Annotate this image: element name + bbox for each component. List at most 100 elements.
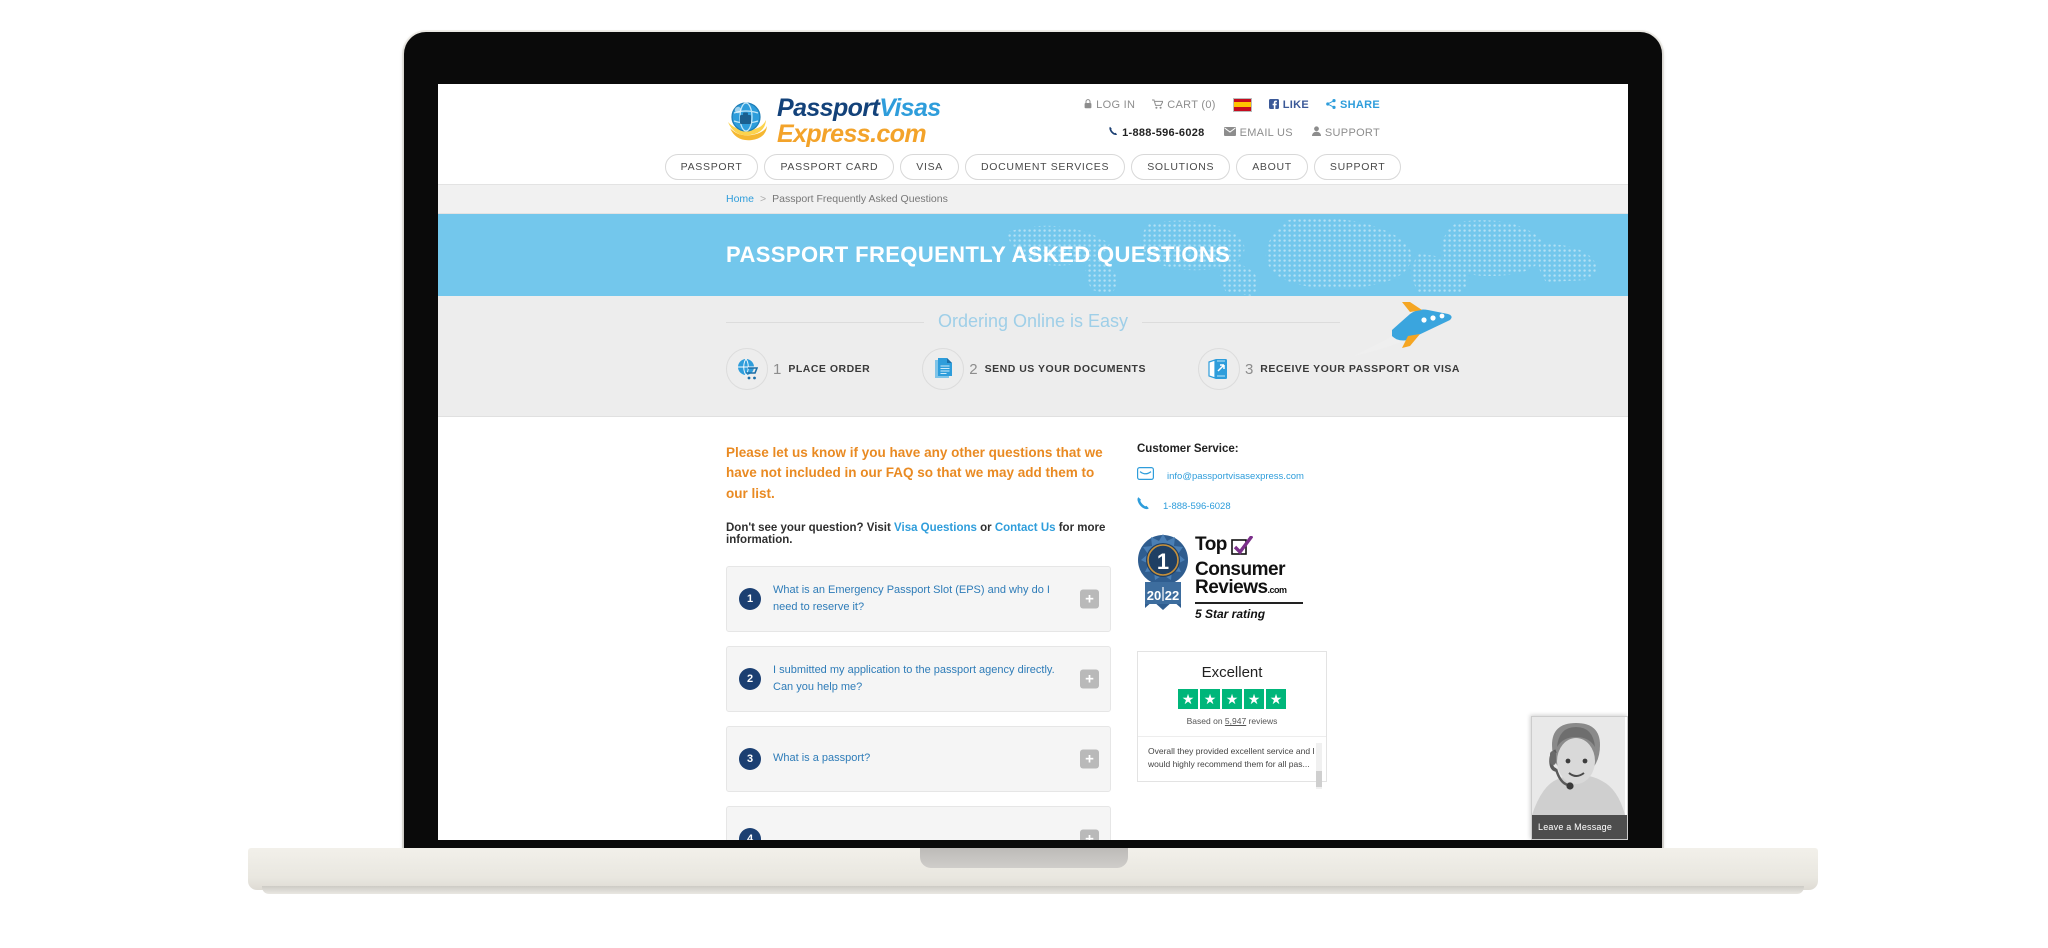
support-agent-photo	[1532, 717, 1625, 815]
nav-item-about[interactable]: ABOUT	[1236, 154, 1308, 180]
site-logo[interactable]: PassportVisas Express.com	[726, 94, 941, 147]
share-label: SHARE	[1339, 99, 1380, 111]
breadcrumb-home-link[interactable]: Home	[726, 193, 754, 205]
lock-icon	[1084, 98, 1092, 112]
login-label: LOG IN	[1096, 99, 1136, 111]
based-on-post: reviews	[1246, 716, 1278, 726]
faq-item[interactable]: 3 What is a passport? +	[726, 725, 1111, 792]
star-icon: ★	[1222, 689, 1242, 709]
trustpilot-stars: ★ ★ ★ ★ ★	[1138, 689, 1326, 709]
badge-rank-text: 1	[1157, 549, 1169, 574]
subintro-text: Don't see your question? Visit Visa Ques…	[726, 522, 1111, 546]
review-text: Overall they provided excellent service …	[1148, 746, 1315, 770]
logo-line1-part1: Passport	[777, 94, 880, 122]
faq-number: 1	[739, 587, 761, 610]
envelope-icon	[1137, 467, 1155, 485]
step-3-number: 3	[1244, 360, 1254, 378]
breadcrumb-current: Passport Frequently Asked Questions	[772, 193, 948, 205]
support-link[interactable]: SUPPORT	[1311, 126, 1380, 139]
customer-service-phone-link[interactable]: 1-888-596-6028	[1163, 501, 1231, 512]
site-header: PassportVisas Express.com LOG IN CART (0…	[438, 84, 1628, 184]
faq-question: What is a passport?	[773, 752, 871, 765]
contact-us-link[interactable]: Contact Us	[995, 522, 1056, 534]
webpage: PassportVisas Express.com LOG IN CART (0…	[438, 84, 1628, 840]
review-count-link[interactable]: 5,947	[1225, 716, 1246, 726]
logo-line1-part2: Visas	[879, 94, 941, 122]
step-2-circle	[922, 348, 965, 390]
page-title: PASSPORT FREQUENTLY ASKED QUESTIONS	[726, 242, 1231, 267]
phone-icon	[1137, 496, 1150, 516]
nav-item-passport-card[interactable]: PASSPORT CARD	[764, 154, 895, 180]
logo-text: PassportVisas Express.com	[777, 94, 941, 147]
facebook-like-link[interactable]: LIKE	[1268, 98, 1309, 112]
cart-icon	[1152, 99, 1165, 112]
globe-cart-icon	[738, 358, 758, 380]
faq-item[interactable]: 2 I submitted my application to the pass…	[726, 645, 1111, 712]
laptop-mockup: PassportVisas Express.com LOG IN CART (0…	[0, 0, 2048, 948]
support-label: SUPPORT	[1324, 126, 1380, 139]
share-link[interactable]: SHARE	[1326, 98, 1380, 112]
step-2-label: SEND US YOUR DOCUMENTS	[984, 363, 1146, 375]
customer-service-email-row: info@passportvisasexpress.com	[1137, 467, 1327, 485]
laptop-base-shadow	[262, 886, 1804, 894]
ordering-steps-section: Ordering Online is Easy 1 PLACE ORDER 2 …	[438, 296, 1628, 417]
customer-service-title: Customer Service:	[1137, 443, 1239, 455]
nav-item-support[interactable]: SUPPORT	[1313, 154, 1402, 180]
badge-line-top: Top	[1195, 534, 1227, 555]
badge-rating-text: 5 Star rating	[1195, 606, 1266, 621]
customer-service-email-link[interactable]: info@passportvisasexpress.com	[1167, 471, 1304, 482]
faq-expand-icon[interactable]: +	[1080, 749, 1099, 769]
trustpilot-rating-label: Excellent	[1201, 664, 1263, 681]
subintro-pre: Don't see your question? Visit	[726, 521, 895, 534]
login-link[interactable]: LOG IN	[1084, 98, 1136, 112]
nav-item-visa[interactable]: VISA	[900, 154, 959, 180]
chat-leave-message-button[interactable]: Leave a Message	[1532, 815, 1627, 839]
badge-dotcom: .com	[1267, 585, 1288, 596]
badge-text-block: Top Consumer Reviews.com 5 Star rating	[1195, 532, 1303, 621]
subintro-mid: or	[976, 521, 995, 534]
step-3-label: RECEIVE YOUR PASSPORT OR VISA	[1260, 363, 1460, 375]
nav-item-document-services[interactable]: DOCUMENT SERVICES	[965, 154, 1126, 180]
spain-flag-icon[interactable]	[1232, 98, 1252, 112]
faq-item[interactable]: 4 +	[726, 805, 1111, 840]
step-send-documents[interactable]: 2 SEND US YOUR DOCUMENTS	[922, 348, 1146, 390]
review-scrollbar-thumb[interactable]	[1316, 771, 1322, 787]
utility-nav-bottom: 1-888-596-6028 EMAIL US SUPPORT	[1109, 126, 1380, 139]
faq-question: What is an Emergency Passport Slot (EPS)…	[773, 583, 1050, 613]
phone-label: 1-888-596-6028	[1122, 126, 1205, 139]
documents-icon	[935, 358, 953, 378]
globe-suitcase-logo-icon	[726, 100, 770, 144]
faq-number: 3	[739, 747, 761, 770]
step-2-number: 2	[969, 360, 978, 378]
phone-link[interactable]: 1-888-596-6028	[1109, 126, 1204, 139]
airplane-icon	[1354, 302, 1452, 356]
visa-questions-link[interactable]: Visa Questions	[894, 522, 977, 534]
step-1-number: 1	[773, 360, 782, 378]
email-us-link[interactable]: EMAIL US	[1223, 126, 1293, 139]
badge-line-reviews: Reviews.com	[1195, 578, 1303, 597]
share-icon	[1326, 98, 1336, 112]
cart-link[interactable]: CART (0)	[1152, 99, 1215, 112]
step-place-order[interactable]: 1 PLACE ORDER	[726, 348, 870, 390]
chat-widget[interactable]: Leave a Message	[1531, 716, 1628, 840]
phone-icon	[1109, 126, 1118, 139]
faq-question: I submitted my application to the passpo…	[773, 663, 1055, 693]
customer-service-phone-row: 1-888-596-6028	[1137, 496, 1327, 516]
step-1-circle	[726, 348, 768, 390]
checkbox-check-icon	[1231, 534, 1254, 561]
faq-expand-icon[interactable]: +	[1080, 829, 1099, 840]
intro-text: Please let us know if you have any other…	[726, 445, 1103, 501]
step-1-label: PLACE ORDER	[788, 363, 871, 375]
breadcrumb: Home > Passport Frequently Asked Questions	[438, 184, 1628, 214]
faq-number: 2	[739, 667, 761, 690]
main-nav: PASSPORT PASSPORT CARD VISA DOCUMENT SER…	[438, 152, 1628, 180]
faq-expand-icon[interactable]: +	[1080, 669, 1099, 689]
faq-item[interactable]: 1 What is an Emergency Passport Slot (EP…	[726, 565, 1111, 632]
faq-expand-icon[interactable]: +	[1080, 589, 1099, 609]
facebook-icon	[1268, 98, 1279, 112]
faq-column: Please let us know if you have any other…	[726, 443, 1111, 840]
award-ribbon-graphic: 1 20 22	[1137, 532, 1189, 641]
badge-rule	[1195, 602, 1303, 604]
nav-item-passport[interactable]: PASSPORT	[664, 154, 759, 180]
nav-item-solutions[interactable]: SOLUTIONS	[1131, 154, 1231, 180]
